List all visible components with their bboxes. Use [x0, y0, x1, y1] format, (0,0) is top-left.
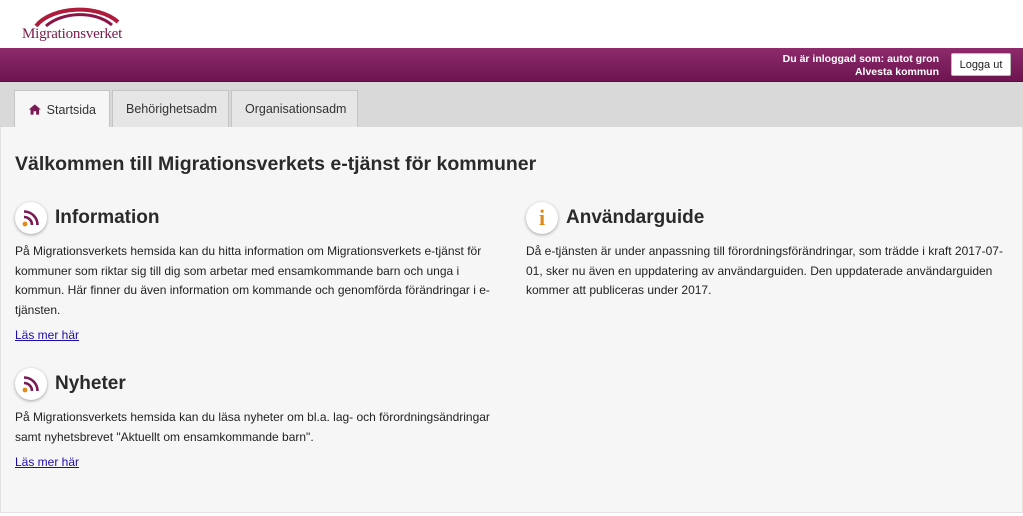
- page-title: Välkommen till Migrationsverkets e-tjäns…: [15, 153, 537, 175]
- logo-text: Migrationsverket: [22, 26, 123, 42]
- anvandarguide-title: Användarguide: [566, 207, 705, 228]
- rss-icon: [15, 202, 47, 234]
- nyheter-read-more-link[interactable]: Läs mer här: [15, 455, 79, 469]
- information-title: Information: [55, 207, 160, 228]
- logout-button[interactable]: Logga ut: [951, 53, 1011, 76]
- login-info: Du är inloggad som: autot gron Alvesta k…: [783, 53, 939, 79]
- info-icon-letter: i: [538, 205, 546, 230]
- tab-strip: Startsida Behörighetsadm Organisationsad…: [0, 82, 1023, 128]
- tab-behorighetsadm-label: Behörighetsadm: [126, 102, 218, 116]
- information-body: På Migrationsverkets hemsida kan du hitt…: [15, 244, 490, 317]
- logged-in-label: Du är inloggad som: autot gron: [782, 53, 939, 65]
- information-header: Information: [15, 201, 500, 235]
- header: Migrationsverket: [0, 0, 1023, 48]
- information-read-more-link[interactable]: Läs mer här: [15, 328, 79, 342]
- migrationsverket-logo[interactable]: Migrationsverket: [22, 4, 132, 44]
- info-icon: i: [526, 202, 558, 234]
- tab-behorighetsadm[interactable]: Behörighetsadm: [112, 90, 229, 127]
- anvandarguide-body: Då e-tjänsten är under anpassning till f…: [526, 244, 1003, 297]
- tab-startsida-label: Startsida: [46, 102, 96, 117]
- organization-name: Alvesta kommun: [854, 66, 939, 78]
- main-content: Välkommen till Migrationsverkets e-tjäns…: [0, 127, 1023, 513]
- nyheter-header: Nyheter: [15, 367, 500, 401]
- home-icon: [28, 104, 41, 115]
- nyheter-title: Nyheter: [55, 373, 126, 394]
- nyheter-section: Nyheter På Migrationsverkets hemsida kan…: [15, 367, 500, 471]
- rss-icon: [15, 368, 47, 400]
- tab-organisationsadm[interactable]: Organisationsadm: [231, 90, 358, 127]
- information-section: Information På Migrationsverkets hemsida…: [15, 201, 500, 344]
- nyheter-body: På Migrationsverkets hemsida kan du läsa…: [15, 410, 490, 444]
- anvandarguide-section: i Användarguide Då e-tjänsten är under a…: [526, 201, 1006, 301]
- tab-organisationsadm-label: Organisationsadm: [245, 102, 347, 116]
- tab-startsida[interactable]: Startsida: [14, 90, 110, 128]
- logo-arc-icon: [34, 7, 120, 28]
- anvandarguide-header: i Användarguide: [526, 201, 1006, 235]
- top-bar: Du är inloggad som: autot gron Alvesta k…: [0, 48, 1023, 82]
